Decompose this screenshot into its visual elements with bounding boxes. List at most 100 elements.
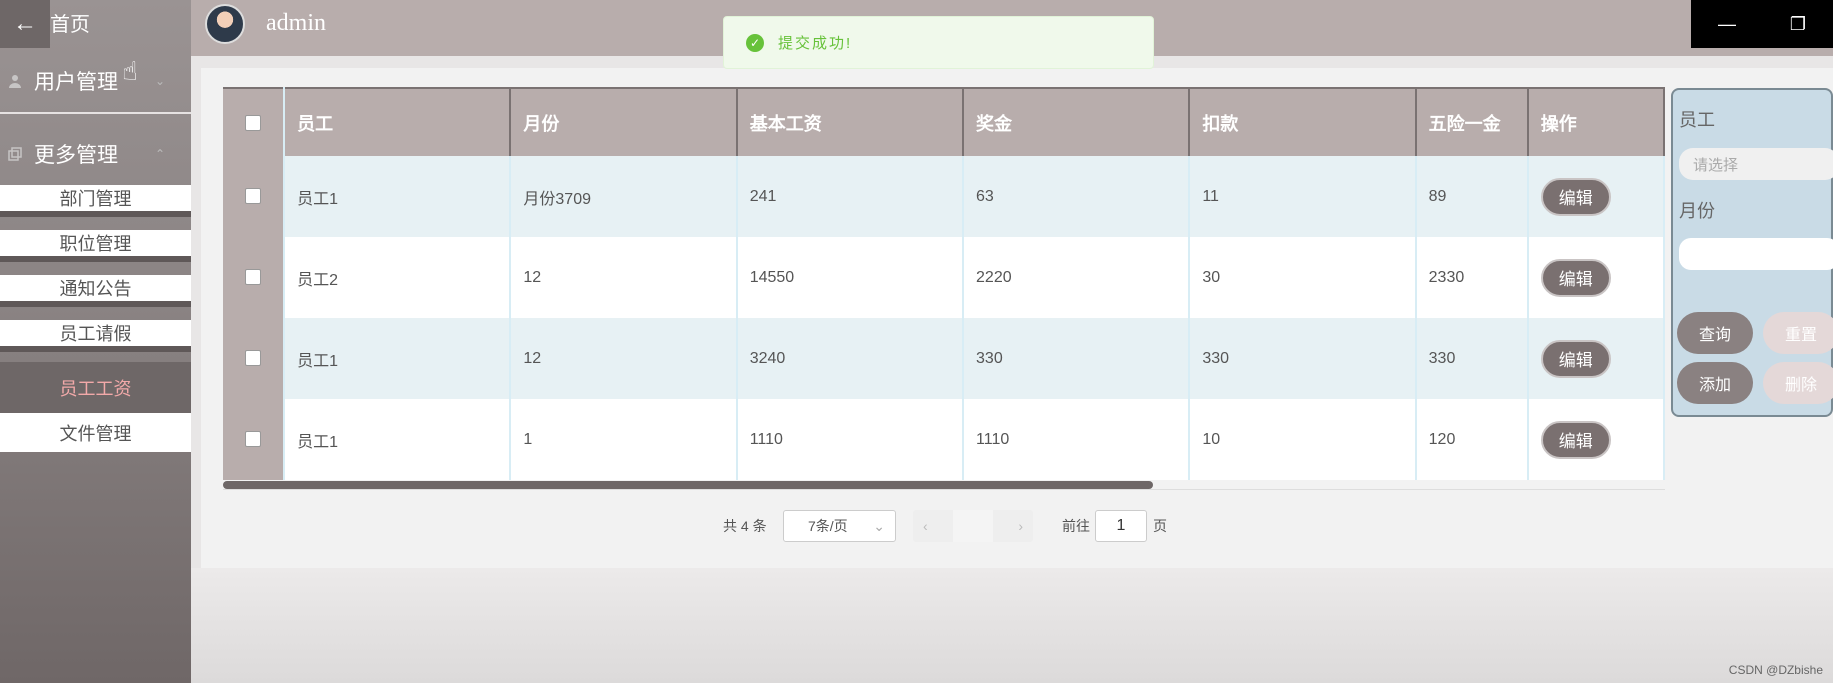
column-header[interactable]: 奖金: [963, 87, 1191, 156]
row-checkbox[interactable]: [245, 269, 262, 286]
reset-button[interactable]: 重置: [1763, 312, 1833, 354]
table-header-row: 员工 月份 基本工资 奖金 扣款 五险一金 操作: [223, 87, 1666, 156]
cell-base-salary: 1110: [736, 399, 965, 480]
cell-base-salary: 14550: [736, 237, 965, 318]
month-filter-label: 月份: [1679, 201, 1715, 221]
edit-button[interactable]: 编辑: [1540, 339, 1611, 378]
query-button[interactable]: 查询: [1677, 312, 1753, 354]
column-header[interactable]: 基本工资: [736, 87, 965, 156]
hand-cursor-icon: ☝: [122, 56, 138, 86]
prev-page-icon[interactable]: ‹: [923, 518, 928, 534]
username: admin: [266, 10, 326, 36]
employee-select-placeholder: 请选择: [1693, 156, 1739, 174]
cell-bonus: 1110: [963, 399, 1191, 480]
user-icon: [9, 75, 21, 88]
menu-group-label: 用户管理: [34, 71, 118, 94]
row-checkbox[interactable]: [245, 431, 262, 448]
sidebar-item-leave[interactable]: 员工请假: [0, 320, 191, 352]
cell-month: 12: [510, 318, 738, 399]
page-size-select[interactable]: 7条/页 ⌄: [783, 510, 896, 542]
column-header[interactable]: 月份: [510, 87, 738, 156]
cell-base-salary: 3240: [736, 318, 965, 399]
copy-icon: [8, 147, 22, 161]
cell-employee: 员工1: [284, 318, 512, 399]
sidebar-item-departments[interactable]: 部门管理: [0, 185, 191, 217]
row-select-cell: [223, 318, 286, 399]
sidebar: ← 首页 用户管理 ⌄ 更多管理 ⌃ 部门管理 职位管理 通知公告 员工请假 员…: [0, 0, 191, 683]
cell-actions: 编辑: [1527, 237, 1666, 318]
cell-bonus: 2220: [963, 237, 1191, 318]
chevron-down-icon: ⌄: [873, 517, 885, 534]
column-header[interactable]: 员工: [284, 87, 512, 156]
row-checkbox[interactable]: [245, 350, 262, 367]
page-footer-area: [191, 568, 1833, 683]
menu-group-more-management[interactable]: 更多管理 ⌃: [0, 125, 191, 183]
menu-group-user-management[interactable]: 用户管理 ⌄: [0, 52, 191, 110]
delete-button[interactable]: 删除: [1763, 362, 1833, 404]
pagination-total: 共 4 条: [723, 518, 767, 534]
chevron-down-icon: ⌄: [154, 74, 165, 88]
cell-bonus: 330: [963, 318, 1191, 399]
employee-select[interactable]: 请选择: [1679, 148, 1833, 180]
cell-deduction: 30: [1189, 237, 1417, 318]
restore-icon[interactable]: ❐: [1790, 14, 1806, 35]
sidebar-divider: [0, 112, 191, 114]
row-select-cell: [223, 156, 286, 237]
month-input[interactable]: [1679, 238, 1833, 270]
table-row: 员工1 12 3240 330 330 330 编辑: [223, 318, 1666, 399]
avatar[interactable]: [205, 4, 245, 44]
cell-deduction: 10: [1189, 399, 1417, 480]
sidebar-item-notices[interactable]: 通知公告: [0, 275, 191, 307]
select-all-checkbox[interactable]: [245, 115, 262, 132]
cell-employee: 员工1: [284, 399, 512, 480]
cell-month: 1: [510, 399, 738, 480]
goto-page-input[interactable]: 1: [1095, 510, 1147, 542]
page-number-area: [953, 510, 993, 542]
menu-group-label: 更多管理: [34, 144, 118, 167]
window-controls: — ❐: [1691, 0, 1833, 48]
column-header[interactable]: 扣款: [1189, 87, 1417, 156]
chevron-up-icon: ⌃: [154, 147, 165, 161]
table-row: 员工1 月份3709 241 63 11 89 编辑: [223, 156, 1666, 237]
edit-button[interactable]: 编辑: [1540, 177, 1611, 216]
cell-insurance: 89: [1415, 156, 1529, 237]
cell-deduction: 330: [1189, 318, 1417, 399]
arrow-left-icon[interactable]: ←: [0, 0, 50, 48]
sidebar-item-positions[interactable]: 职位管理: [0, 230, 191, 262]
edit-button[interactable]: 编辑: [1540, 420, 1611, 459]
cell-employee: 员工1: [284, 156, 512, 237]
toast-message: 提交成功!: [778, 35, 853, 52]
pagination-nav: ‹ ›: [913, 510, 1033, 542]
sidebar-item-salary[interactable]: 员工工资: [0, 362, 191, 414]
add-button[interactable]: 添加: [1677, 362, 1753, 404]
cell-actions: 编辑: [1527, 156, 1666, 237]
edit-button[interactable]: 编辑: [1540, 258, 1611, 297]
success-toast: ✓ 提交成功!: [723, 16, 1154, 69]
cell-month: 月份3709: [510, 156, 738, 237]
check-circle-icon: ✓: [746, 33, 764, 52]
table-row: 员工1 1 1110 1110 10 120 编辑: [223, 399, 1666, 480]
horizontal-scrollbar[interactable]: [223, 481, 1153, 489]
scroll-track: [223, 489, 1665, 490]
row-select-cell: [223, 237, 286, 318]
sidebar-item-files[interactable]: 文件管理: [0, 413, 191, 452]
home-link[interactable]: 首页: [50, 8, 90, 37]
cell-bonus: 63: [963, 156, 1191, 237]
cell-insurance: 2330: [1415, 237, 1529, 318]
next-page-icon[interactable]: ›: [1018, 518, 1023, 534]
watermark: CSDN @DZbishe: [1728, 663, 1823, 677]
page-unit-label: 页: [1153, 518, 1167, 534]
cell-month: 12: [510, 237, 738, 318]
cell-actions: 编辑: [1527, 399, 1666, 480]
salary-table: 员工 月份 基本工资 奖金 扣款 五险一金 操作 员工1 月份3709 241 …: [223, 87, 1666, 480]
minimize-icon[interactable]: —: [1718, 14, 1736, 35]
table-row: 员工2 12 14550 2220 30 2330 编辑: [223, 237, 1666, 318]
column-header: 操作: [1527, 87, 1666, 156]
cell-insurance: 330: [1415, 318, 1529, 399]
cell-base-salary: 241: [736, 156, 965, 237]
filter-panel: 员工 请选择 月份 查询 重置 添加 删除: [1671, 88, 1833, 417]
cell-employee: 员工2: [284, 237, 512, 318]
row-checkbox[interactable]: [245, 188, 262, 205]
cell-deduction: 11: [1189, 156, 1417, 237]
column-header[interactable]: 五险一金: [1415, 87, 1529, 156]
